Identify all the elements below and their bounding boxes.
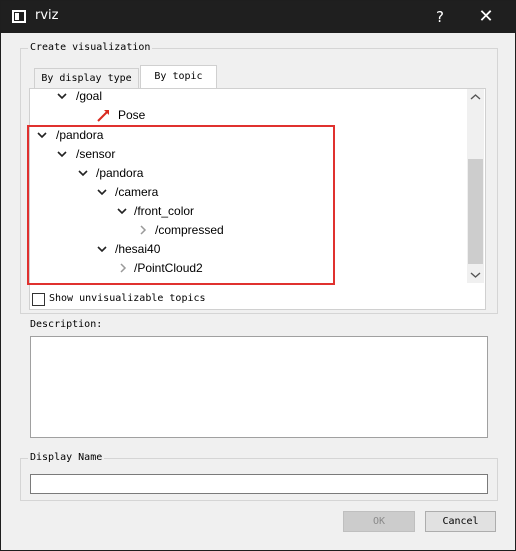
scroll-down-icon[interactable] — [467, 266, 484, 283]
window-title: rviz — [35, 8, 59, 23]
rviz-dialog: rviz ? ✕ Create visualization By display… — [0, 0, 516, 551]
tree-item-goal[interactable]: /goal — [30, 89, 466, 106]
description-label: Description: — [30, 319, 103, 330]
scrollbar-thumb[interactable] — [468, 159, 483, 264]
create-visualization-title: Create visualization — [28, 42, 153, 53]
tab-by-topic[interactable]: By topic — [140, 65, 217, 89]
title-bar[interactable]: rviz ? ✕ — [1, 1, 515, 33]
show-unvisualizable-label[interactable]: Show unvisualizable topics — [49, 293, 206, 304]
tree-item-label: Pose — [118, 108, 146, 122]
highlight-annotation-box — [27, 125, 335, 285]
description-box — [30, 336, 488, 438]
help-button[interactable]: ? — [417, 1, 463, 33]
tree-scrollbar[interactable] — [467, 89, 484, 283]
close-button[interactable]: ✕ — [463, 1, 509, 33]
tree-item-pose[interactable]: Pose — [30, 106, 466, 125]
scroll-up-icon[interactable] — [467, 89, 484, 106]
display-name-input[interactable] — [30, 474, 488, 494]
app-icon — [12, 10, 26, 23]
display-name-title: Display Name — [28, 452, 105, 463]
pose-arrow-icon — [96, 106, 112, 125]
tab-by-display-type[interactable]: By display type — [34, 68, 139, 89]
tree-item-label: /goal — [76, 89, 103, 103]
ok-button[interactable]: OK — [343, 511, 415, 532]
show-unvisualizable-checkbox[interactable] — [32, 293, 45, 306]
chevron-down-icon[interactable] — [57, 89, 69, 106]
cancel-button[interactable]: Cancel — [425, 511, 496, 532]
